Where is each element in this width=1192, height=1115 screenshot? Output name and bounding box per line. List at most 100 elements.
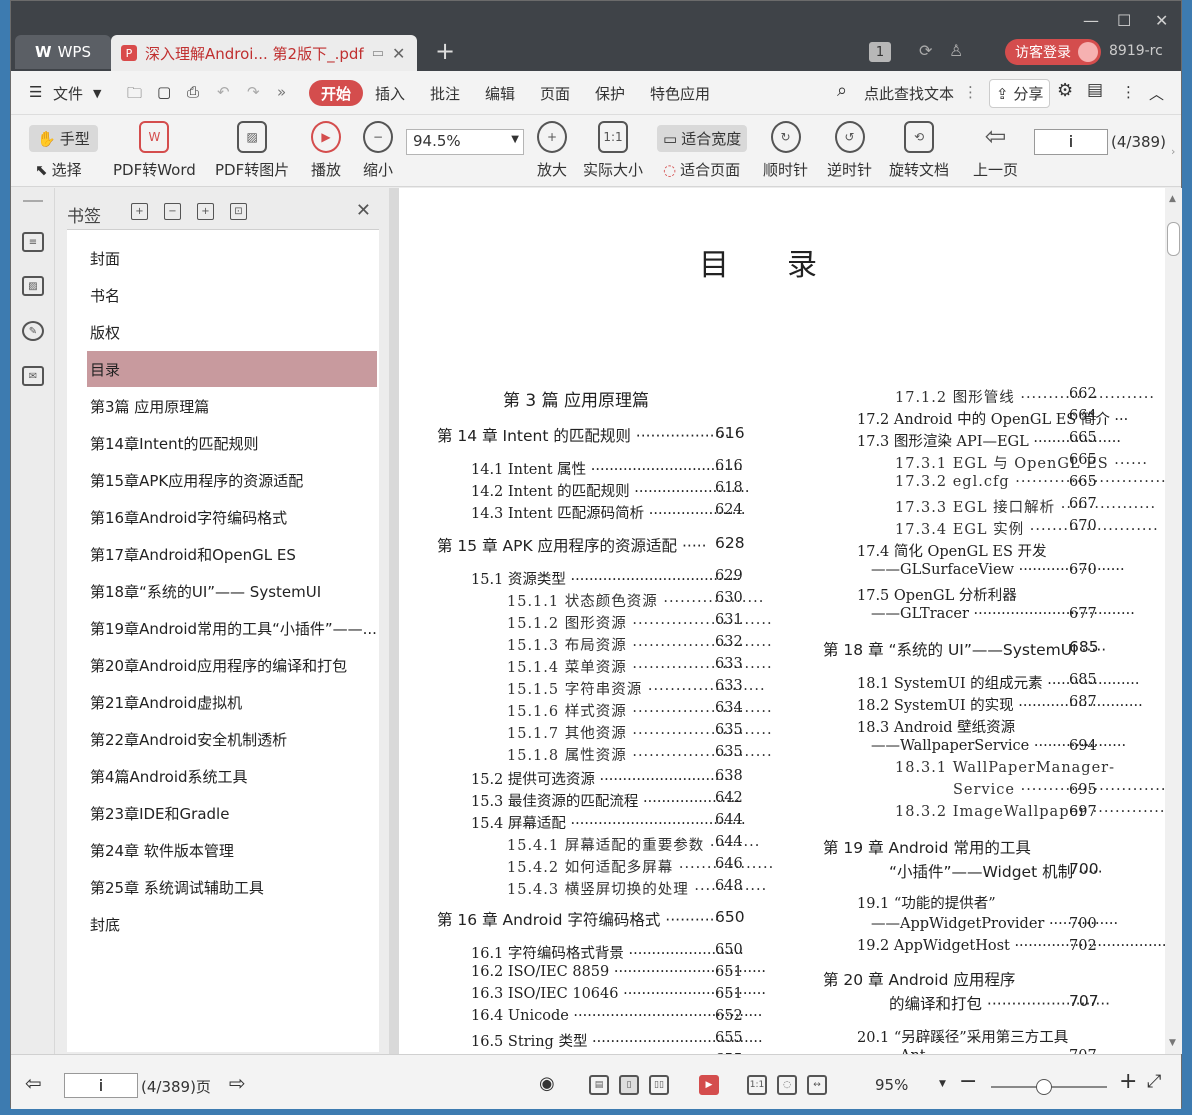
menu-protect[interactable]: 保护	[595, 83, 625, 104]
pdf-to-word-button[interactable]: W PDF转Word	[113, 121, 196, 180]
bookmark-item[interactable]: ▶第20章Android应用程序的编译和打包	[87, 647, 377, 683]
expand-all-icon[interactable]: +	[131, 203, 148, 220]
page-number-input[interactable]: i	[1034, 129, 1108, 155]
redo-icon[interactable]: ↷	[247, 83, 260, 101]
bookmark-item[interactable]: ▶第22章Android安全机制透析	[87, 721, 377, 757]
zoom-out-icon[interactable]: −	[959, 1069, 977, 1094]
zoom-slider[interactable]	[991, 1079, 1107, 1095]
bookmark-item[interactable]: 第3篇 应用原理篇	[87, 388, 377, 424]
previous-page-button[interactable]: ⇦ 上一页	[973, 121, 1018, 180]
zoom-select[interactable]: 94.5% ▼	[406, 129, 524, 155]
bookmark-icon[interactable]: ⊡	[230, 203, 247, 220]
new-tab-icon[interactable]: +	[435, 37, 455, 65]
bookmark-item[interactable]: ▶第17章Android和OpenGL ES	[87, 536, 377, 572]
search-icon[interactable]: ⌕	[837, 80, 847, 101]
collapse-ribbon-icon[interactable]: ︿	[1149, 83, 1164, 104]
bookmark-item[interactable]: 第4篇Android系统工具	[87, 758, 377, 794]
chevron-down-icon[interactable]: ▼	[939, 1079, 946, 1089]
toolbar-scroll-right-icon[interactable]: ›	[1171, 145, 1175, 158]
next-page-icon[interactable]: ⇨	[229, 1071, 246, 1095]
tab-wps-home[interactable]: W WPS	[15, 35, 111, 69]
visitor-login-button[interactable]: 访客登录	[1005, 39, 1101, 65]
menu-start[interactable]: 开始	[309, 80, 363, 106]
continuous-view-icon[interactable]: ▤	[589, 1075, 609, 1095]
prev-page-icon[interactable]: ⇦	[25, 1071, 42, 1095]
bookmark-list-icon[interactable]: ≡	[22, 232, 44, 252]
fullscreen-icon[interactable]: ⤢	[1147, 1071, 1161, 1092]
menu-file[interactable]: 文件	[53, 83, 83, 104]
comment-panel-icon[interactable]: ✉	[22, 366, 44, 386]
zoom-slider-knob[interactable]	[1036, 1079, 1052, 1095]
collapse-all-icon[interactable]: −	[164, 203, 181, 220]
close-tab-icon[interactable]: ✕	[392, 44, 405, 63]
sync-icon[interactable]: ⟳	[919, 41, 939, 61]
status-page-input[interactable]: i	[64, 1073, 138, 1098]
minimize-icon[interactable]: —	[1083, 11, 1099, 30]
fit-width-icon[interactable]: ↔	[807, 1075, 827, 1095]
menu-comment[interactable]: 批注	[430, 83, 460, 104]
maximize-icon[interactable]: ☐	[1117, 11, 1131, 30]
thumbnail-icon[interactable]: ▨	[22, 276, 44, 296]
single-page-icon[interactable]: ▯	[619, 1075, 639, 1095]
bookmark-item[interactable]: 书名	[87, 277, 377, 313]
menu-page[interactable]: 页面	[540, 83, 570, 104]
rotate-counter-clockwise-button[interactable]: ↺ 逆时针	[827, 121, 872, 180]
find-text-button[interactable]: 点此查找文本	[864, 83, 954, 104]
hand-tool-button[interactable]: ✋ 手型	[29, 125, 98, 152]
pdf-to-image-button[interactable]: ▨ PDF转图片	[215, 121, 289, 180]
add-bookmark-icon[interactable]: +	[197, 203, 214, 220]
actual-size-icon[interactable]: 1:1	[747, 1075, 767, 1095]
bookmark-item[interactable]: ▶第16章Android字符编码格式	[87, 499, 377, 535]
zoom-in-icon[interactable]: +	[1119, 1069, 1137, 1094]
zoom-in-button[interactable]: + 放大	[537, 121, 567, 180]
close-window-icon[interactable]: ✕	[1155, 11, 1168, 30]
undo-icon[interactable]: ↶	[217, 83, 230, 101]
share-button[interactable]: ⇪ 分享	[989, 79, 1051, 108]
save-icon[interactable]: ▢	[157, 83, 171, 101]
eye-icon[interactable]: ◉	[539, 1073, 555, 1094]
comment-icon[interactable]: ▤	[1087, 80, 1103, 100]
bookmark-item[interactable]: ▶第24章 软件版本管理	[87, 832, 377, 868]
open-folder-icon[interactable]: 🗀	[127, 83, 142, 108]
rotate-document-button[interactable]: ⟲ 旋转文档	[889, 121, 949, 180]
scroll-down-icon[interactable]: ▼	[1169, 1038, 1176, 1048]
bookmark-item[interactable]: ▶第14章Intent的匹配规则	[87, 425, 377, 461]
print-icon[interactable]: ⎙	[187, 83, 199, 101]
chevron-down-icon[interactable]: ▼	[93, 87, 101, 100]
bookmark-item[interactable]: 目录	[87, 351, 377, 387]
window-count-badge[interactable]: 1	[869, 42, 891, 62]
bookmark-item[interactable]: ▶第15章APK应用程序的资源适配	[87, 462, 377, 498]
fit-page-button[interactable]: ◌ 适合页面	[663, 159, 740, 180]
gear-icon[interactable]: ⚙	[1057, 80, 1073, 101]
bookmark-item[interactable]: 封面	[87, 240, 377, 276]
zoom-out-button[interactable]: − 缩小	[363, 121, 393, 180]
fit-width-button[interactable]: ▭ 适合宽度	[657, 125, 748, 152]
more-icon[interactable]: »	[277, 83, 286, 101]
actual-size-button[interactable]: 1:1 实际大小	[583, 121, 643, 180]
bookmark-item[interactable]: ▶第18章“系统的UI”—— SystemUI	[87, 573, 377, 609]
menu-edit[interactable]: 编辑	[485, 83, 515, 104]
hamburger-icon[interactable]: ☰	[29, 83, 42, 101]
bookmark-item[interactable]: ▶第23章IDE和Gradle	[87, 795, 377, 831]
tab-document[interactable]: P 深入理解Androi... 第2版下_.pdf ▭ ✕	[111, 35, 417, 71]
play-button[interactable]: ▶ 播放	[311, 121, 341, 180]
overflow-icon[interactable]: ⋮	[1121, 83, 1136, 101]
bookmark-item[interactable]: ▶第19章Android常用的工具“小插件”——...	[87, 610, 377, 646]
annotation-icon[interactable]: ✎	[22, 321, 44, 341]
play-icon[interactable]: ▶	[699, 1075, 719, 1095]
rotate-clockwise-button[interactable]: ↻ 顺时针	[763, 121, 808, 180]
document-view[interactable]: 目录 第 3 篇 应用原理篇第 14 章 Intent 的匹配规则 ······…	[399, 188, 1165, 1054]
bookmark-item[interactable]: ▶第21章Android虚拟机	[87, 684, 377, 720]
close-panel-icon[interactable]: ✕	[356, 200, 371, 221]
bookmark-item[interactable]: 封底	[87, 906, 377, 942]
menu-insert[interactable]: 插入	[375, 83, 405, 104]
select-tool-button[interactable]: ⬉ 选择	[35, 159, 82, 180]
fit-page-icon[interactable]: ◌	[777, 1075, 797, 1095]
more-vertical-icon[interactable]: ⋮	[963, 83, 978, 101]
bookmark-item[interactable]: ▶第25章 系统调试辅助工具	[87, 869, 377, 905]
skin-icon[interactable]: ♙	[949, 41, 969, 61]
two-page-icon[interactable]: ▯▯	[649, 1075, 669, 1095]
scroll-up-icon[interactable]: ▲	[1169, 194, 1176, 204]
scrollbar-thumb[interactable]	[1167, 222, 1180, 256]
screen-icon[interactable]: ▭	[372, 46, 384, 61]
